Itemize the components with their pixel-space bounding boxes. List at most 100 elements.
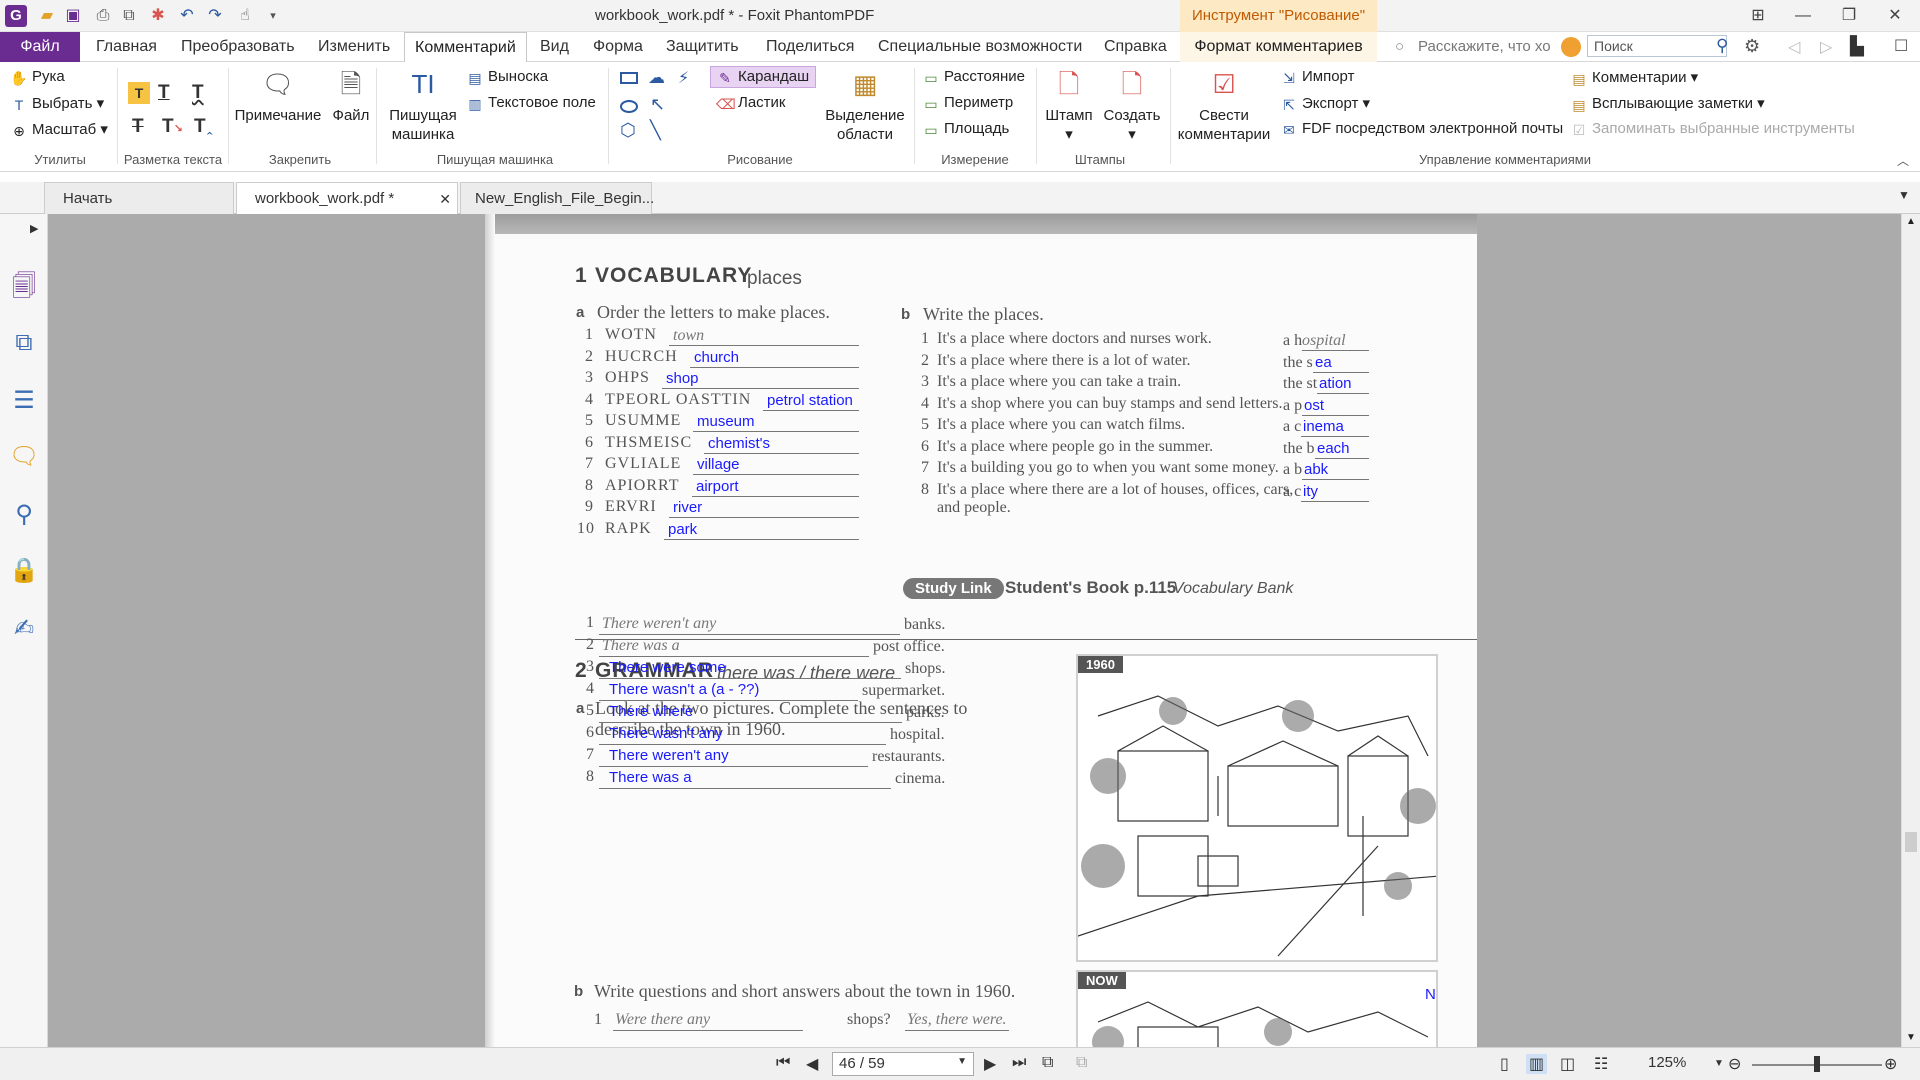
expand-panel-icon[interactable]: ▶ [30,222,38,235]
zoom-slider-thumb[interactable] [1814,1056,1820,1072]
menu-view[interactable]: Вид [540,38,569,56]
callout-button[interactable]: ▤ Выноска [466,68,548,86]
strikeout-text-icon[interactable]: T [132,116,144,138]
oval-icon[interactable] [620,100,638,113]
attachments-icon[interactable]: ⚲ [9,500,39,530]
tab-new-english-file[interactable]: New_English_File_Begin... [460,182,654,214]
minimize-icon[interactable]: — [1792,4,1814,28]
menu-protect[interactable]: Защитить [666,38,739,56]
insert-text-icon[interactable]: T‸ [194,116,214,138]
remember-tools-checkbox[interactable]: ☑ Запоминать выбранные инструменты [1570,120,1855,138]
security-lock-icon[interactable]: 🔒 [9,556,39,586]
tab-start[interactable]: Начать [44,182,234,214]
print-icon[interactable]: ⎙ [92,6,114,26]
pages-icon[interactable]: ⧉ [9,328,39,358]
perimeter-button[interactable]: ▭ Периметр [922,94,1013,112]
create-stamp-button[interactable]: 🗋 Создать ▾ [1100,66,1164,144]
continuous-view-icon[interactable]: ▥ [1526,1054,1548,1074]
redo-icon[interactable]: ↷ [204,6,226,26]
open-folder-icon[interactable]: ▰ [36,6,58,26]
feedback-icon[interactable] [1561,37,1581,57]
replace-text-icon[interactable]: T↘ [162,116,183,138]
tab-workbook[interactable]: workbook_work.pdf * ✕ [236,182,458,215]
next-page-icon[interactable]: ▶ [984,1054,996,1074]
page-dropdown-icon[interactable]: ▼ [957,1056,967,1067]
menu-help[interactable]: Справка [1104,38,1167,56]
export-button[interactable]: ⇱ Экспорт ▾ [1280,94,1370,113]
menu-convert[interactable]: Преобразовать [181,38,295,56]
zoom-in-icon[interactable]: ⊕ [1884,1054,1897,1074]
collapse-ribbon-icon[interactable]: ︿ [1897,152,1909,169]
scroll-up-icon[interactable]: ▲ [1906,216,1916,227]
comments-dropdown[interactable]: ▤ Комментарии ▾ [1570,68,1698,87]
arrow-icon[interactable]: ↖ [650,94,665,115]
fit-page-icon[interactable]: ⧉ [1042,1054,1053,1072]
close-tab-icon[interactable]: ✕ [439,183,451,215]
first-page-icon[interactable]: ⏮ [776,1054,790,1072]
tell-me-input[interactable]: Расскажите, что хо [1418,38,1551,55]
import-button[interactable]: ⇲ Импорт [1280,68,1354,86]
prev-page-icon[interactable]: ◀ [806,1054,818,1074]
search-input[interactable]: Поиск [1587,35,1727,57]
fit-width-icon[interactable]: ⧉ [1076,1054,1087,1072]
last-page-icon[interactable]: ⏭ [1012,1054,1026,1072]
back-icon[interactable]: ◁ [1788,37,1800,57]
area-highlight-button[interactable]: ▦ Выделение области [820,66,910,144]
pdf-page[interactable]: 1 VOCABULARY places a Order the letters … [485,214,1477,1047]
zoom-tool-button[interactable]: ⊕ Масштаб ▾ [10,120,108,139]
polyline-icon[interactable]: ⚡ [678,68,689,88]
settings-icon[interactable]: ⚙ [1744,36,1760,57]
squiggly-text-icon[interactable]: T [192,82,204,104]
ribbon-options-icon[interactable]: ⊞ [1747,4,1769,28]
menu-edit[interactable]: Изменить [318,38,390,56]
bookmarks-icon[interactable]: 🗐 [9,272,39,302]
summarize-comments-button[interactable]: ☑ Свести комментарии [1172,66,1276,144]
search-icon[interactable]: ⚲ [1716,36,1728,56]
vertical-scrollbar[interactable]: ▲ ▼ [1901,214,1920,1047]
layers-icon[interactable]: ☰ [9,386,39,416]
menu-file[interactable]: Файл [0,32,80,62]
file-attach-button[interactable]: 🗎 Файл [326,66,376,125]
menu-comment-format[interactable]: Формат комментариев [1180,32,1377,62]
menu-share[interactable]: Поделиться [766,38,854,56]
popup-notes-dropdown[interactable]: ▤ Всплывающие заметки ▾ [1570,94,1764,113]
menu-comment[interactable]: Комментарий [404,32,527,63]
note-button[interactable]: 🗨 Примечание [232,66,324,125]
typewriter-button[interactable]: TI Пишущая машинка [380,66,466,144]
single-page-view-icon[interactable]: ▯ [1500,1054,1509,1074]
undo-icon[interactable]: ↶ [176,6,198,26]
zoom-dropdown-icon[interactable]: ▼ [1714,1058,1724,1069]
customize-quick-access-icon[interactable]: ▾ [262,6,284,26]
zoom-out-icon[interactable]: ⊖ [1728,1054,1741,1074]
menu-home[interactable]: Главная [96,38,157,56]
page-number-input[interactable]: 46 / 59 ▼ [832,1052,974,1076]
scroll-down-icon[interactable]: ▼ [1906,1032,1916,1043]
menu-accessibility[interactable]: Специальные возможности [878,38,1082,56]
save-icon[interactable]: ▣ [62,6,84,26]
print-preview-icon[interactable]: ⧉ [118,6,140,26]
continuous-facing-view-icon[interactable]: ☷ [1594,1054,1608,1074]
restore-icon[interactable]: ❐ [1838,4,1860,28]
user-icon[interactable]: ▙ [1850,36,1864,57]
eraser-button[interactable]: ⌫ Ластик [716,94,786,112]
close-window-icon[interactable]: ✕ [1884,4,1906,28]
stamp-button[interactable]: 🗋 Штамп ▾ [1040,66,1098,144]
hand-menu-icon[interactable]: ☐ [1894,36,1908,56]
menu-form[interactable]: Форма [593,38,643,56]
polygon-icon[interactable]: ⬡ [620,120,636,141]
cloud-icon[interactable]: ☁ [648,68,665,88]
area-button[interactable]: ▭ Площадь [922,120,1009,138]
new-icon[interactable]: ✱ [147,6,169,26]
hand-tool-button[interactable]: ✋ Рука [10,68,64,86]
highlight-text-icon[interactable]: T [128,82,150,104]
rectangle-icon[interactable] [620,72,638,84]
scroll-thumb[interactable] [1905,832,1917,852]
textbox-button[interactable]: ▥ Текстовое поле [466,94,595,112]
comments-panel-icon[interactable]: 🗨 [9,442,39,472]
underline-text-icon[interactable]: T [158,82,170,104]
hand-tool-quick-icon[interactable]: ☝ [234,6,256,26]
tab-list-icon[interactable]: ▼ [1898,188,1910,202]
line-icon[interactable]: ╲ [650,120,661,141]
fdf-email-button[interactable]: ✉ FDF посредством электронной почты [1280,120,1563,138]
select-tool-button[interactable]: T Выбрать ▾ [10,94,104,113]
